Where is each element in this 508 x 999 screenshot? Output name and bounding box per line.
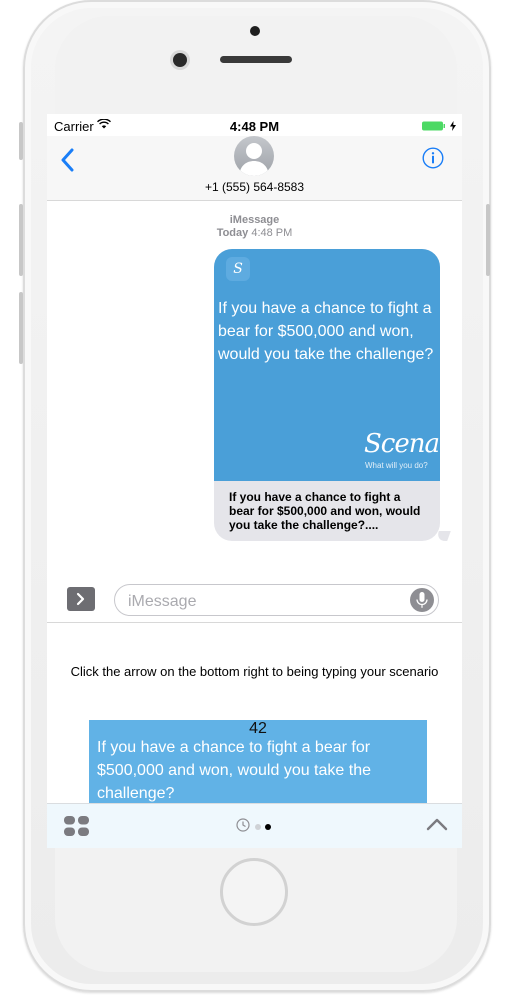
expand-apps-button[interactable] <box>67 587 95 611</box>
volume-up-button <box>19 204 23 276</box>
battery-icon <box>422 121 445 131</box>
home-button[interactable] <box>220 858 288 926</box>
messages-screen: Carrier 4:48 PM +1 (555) 564-8583 iMessa… <box>47 114 462 848</box>
message-bubble[interactable]: S If you have a chance to fight a bear f… <box>214 249 440 541</box>
app-grid-icon[interactable] <box>64 816 90 836</box>
page-indicator-dot-active[interactable] <box>265 824 271 830</box>
chevron-right-icon <box>76 592 85 606</box>
scenario-card[interactable]: 42 If you have a chance to fight a bear … <box>89 720 427 803</box>
earpiece-speaker <box>220 56 292 63</box>
app-logo-icon: S <box>226 257 250 281</box>
contact-number[interactable]: +1 (555) 564-8583 <box>47 180 462 194</box>
message-timestamp: Today 4:48 PM <box>47 227 462 239</box>
brand-logo: Scenari <box>364 429 440 459</box>
contact-avatar[interactable] <box>234 136 274 176</box>
message-question: If you have a chance to fight a bear for… <box>218 300 434 363</box>
message-input[interactable]: iMessage <box>114 584 439 616</box>
mute-switch <box>19 122 23 160</box>
back-chevron-icon[interactable] <box>60 148 76 172</box>
volume-down-button <box>19 292 23 364</box>
timestamp-time: 4:48 PM <box>251 227 293 239</box>
info-icon[interactable] <box>422 147 444 169</box>
charging-icon <box>450 121 456 131</box>
microphone-icon <box>416 592 428 608</box>
timestamp-day: Today <box>216 227 249 239</box>
clock: 4:48 PM <box>229 119 280 134</box>
conversation-header: +1 (555) 564-8583 <box>47 136 462 201</box>
service-label: iMessage <box>229 214 280 226</box>
keyboard-divider <box>47 622 462 623</box>
person-silhouette-icon <box>239 143 269 176</box>
front-camera <box>173 53 187 67</box>
recents-clock-icon[interactable] <box>236 818 250 832</box>
app-instruction: Click the arrow on the bottom right to b… <box>70 664 439 679</box>
proximity-sensor <box>250 26 260 36</box>
microphone-button[interactable] <box>410 588 434 612</box>
message-caption: If you have a chance to fight a bear for… <box>229 490 421 532</box>
brand-tagline: What will you do? <box>365 461 428 470</box>
message-input-placeholder: iMessage <box>128 593 197 610</box>
scenario-question: If you have a chance to fight a bear for… <box>97 739 371 802</box>
app-drawer-bar <box>47 803 462 848</box>
bubble-tail <box>435 531 451 541</box>
status-bar: Carrier 4:48 PM <box>47 114 462 136</box>
chevron-up-icon[interactable] <box>426 817 448 831</box>
message-card-image: S If you have a chance to fight a bear f… <box>214 249 440 481</box>
page-indicator-dot[interactable] <box>255 824 261 830</box>
power-button <box>486 204 490 276</box>
